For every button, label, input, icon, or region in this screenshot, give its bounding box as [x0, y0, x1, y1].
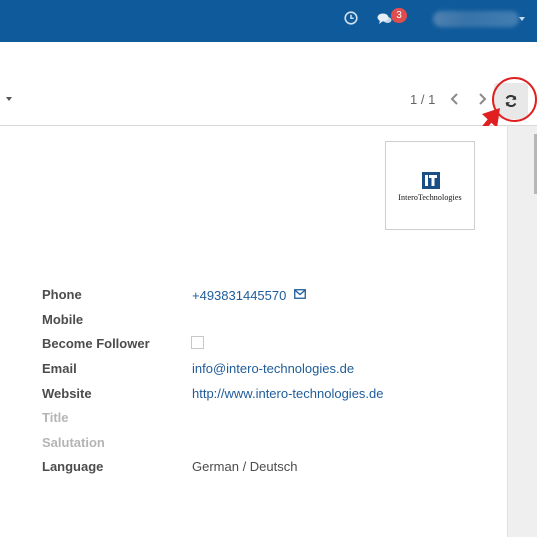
- email-label: Email: [42, 361, 77, 376]
- salutation-label: Salutation: [42, 435, 105, 450]
- website-link[interactable]: http://www.intero-technologies.de: [192, 386, 384, 401]
- avatar: [433, 11, 519, 27]
- language-value[interactable]: German / Deutsch: [192, 459, 298, 474]
- become-follower-checkbox[interactable]: [191, 336, 204, 349]
- company-logo[interactable]: InteroTechnologies: [385, 141, 475, 230]
- company-logo-text: InteroTechnologies: [398, 193, 462, 202]
- envelope-icon[interactable]: [294, 289, 306, 299]
- clock-icon[interactable]: [344, 11, 358, 25]
- title-label: Title: [42, 410, 69, 425]
- pager-value[interactable]: 1 / 1: [410, 92, 435, 107]
- scrollbar-track[interactable]: [507, 126, 537, 537]
- language-label: Language: [42, 459, 104, 474]
- company-logo-mark: [422, 172, 440, 189]
- email-link[interactable]: info@intero-technologies.de: [192, 361, 354, 376]
- user-menu[interactable]: [433, 11, 525, 27]
- caret-down-icon[interactable]: [6, 97, 12, 101]
- notification-badge: 3: [391, 8, 407, 23]
- mobile-label: Mobile: [42, 312, 84, 327]
- phone-link[interactable]: +493831445570: [192, 288, 286, 303]
- top-navbar: 3: [0, 0, 537, 42]
- phone-label: Phone: [42, 287, 82, 302]
- caret-down-icon: [519, 17, 525, 21]
- become-follower-label: Become Follower: [42, 336, 150, 351]
- website-label: Website: [42, 386, 92, 401]
